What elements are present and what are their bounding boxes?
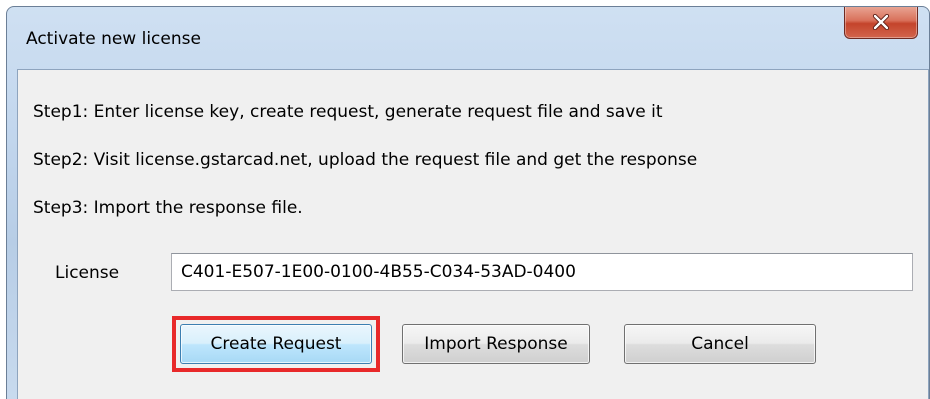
close-icon	[872, 14, 890, 30]
step-1-text: Step1: Enter license key, create request…	[33, 102, 663, 122]
step-3-text: Step3: Import the response file.	[33, 198, 303, 218]
close-button[interactable]	[844, 7, 918, 39]
title-bar[interactable]: Activate new license	[7, 7, 929, 69]
dialog-window: Activate new license Step1: Enter licens…	[6, 6, 930, 399]
license-label: License	[55, 263, 120, 283]
create-request-button[interactable]: Create Request	[180, 324, 372, 364]
step-2-text: Step2: Visit license.gstarcad.net, uploa…	[33, 150, 698, 170]
dialog-content: Step1: Enter license key, create request…	[17, 69, 929, 399]
window-title: Activate new license	[26, 29, 201, 49]
license-input[interactable]	[171, 253, 913, 291]
cancel-button[interactable]: Cancel	[624, 324, 816, 364]
import-response-button[interactable]: Import Response	[402, 324, 590, 364]
